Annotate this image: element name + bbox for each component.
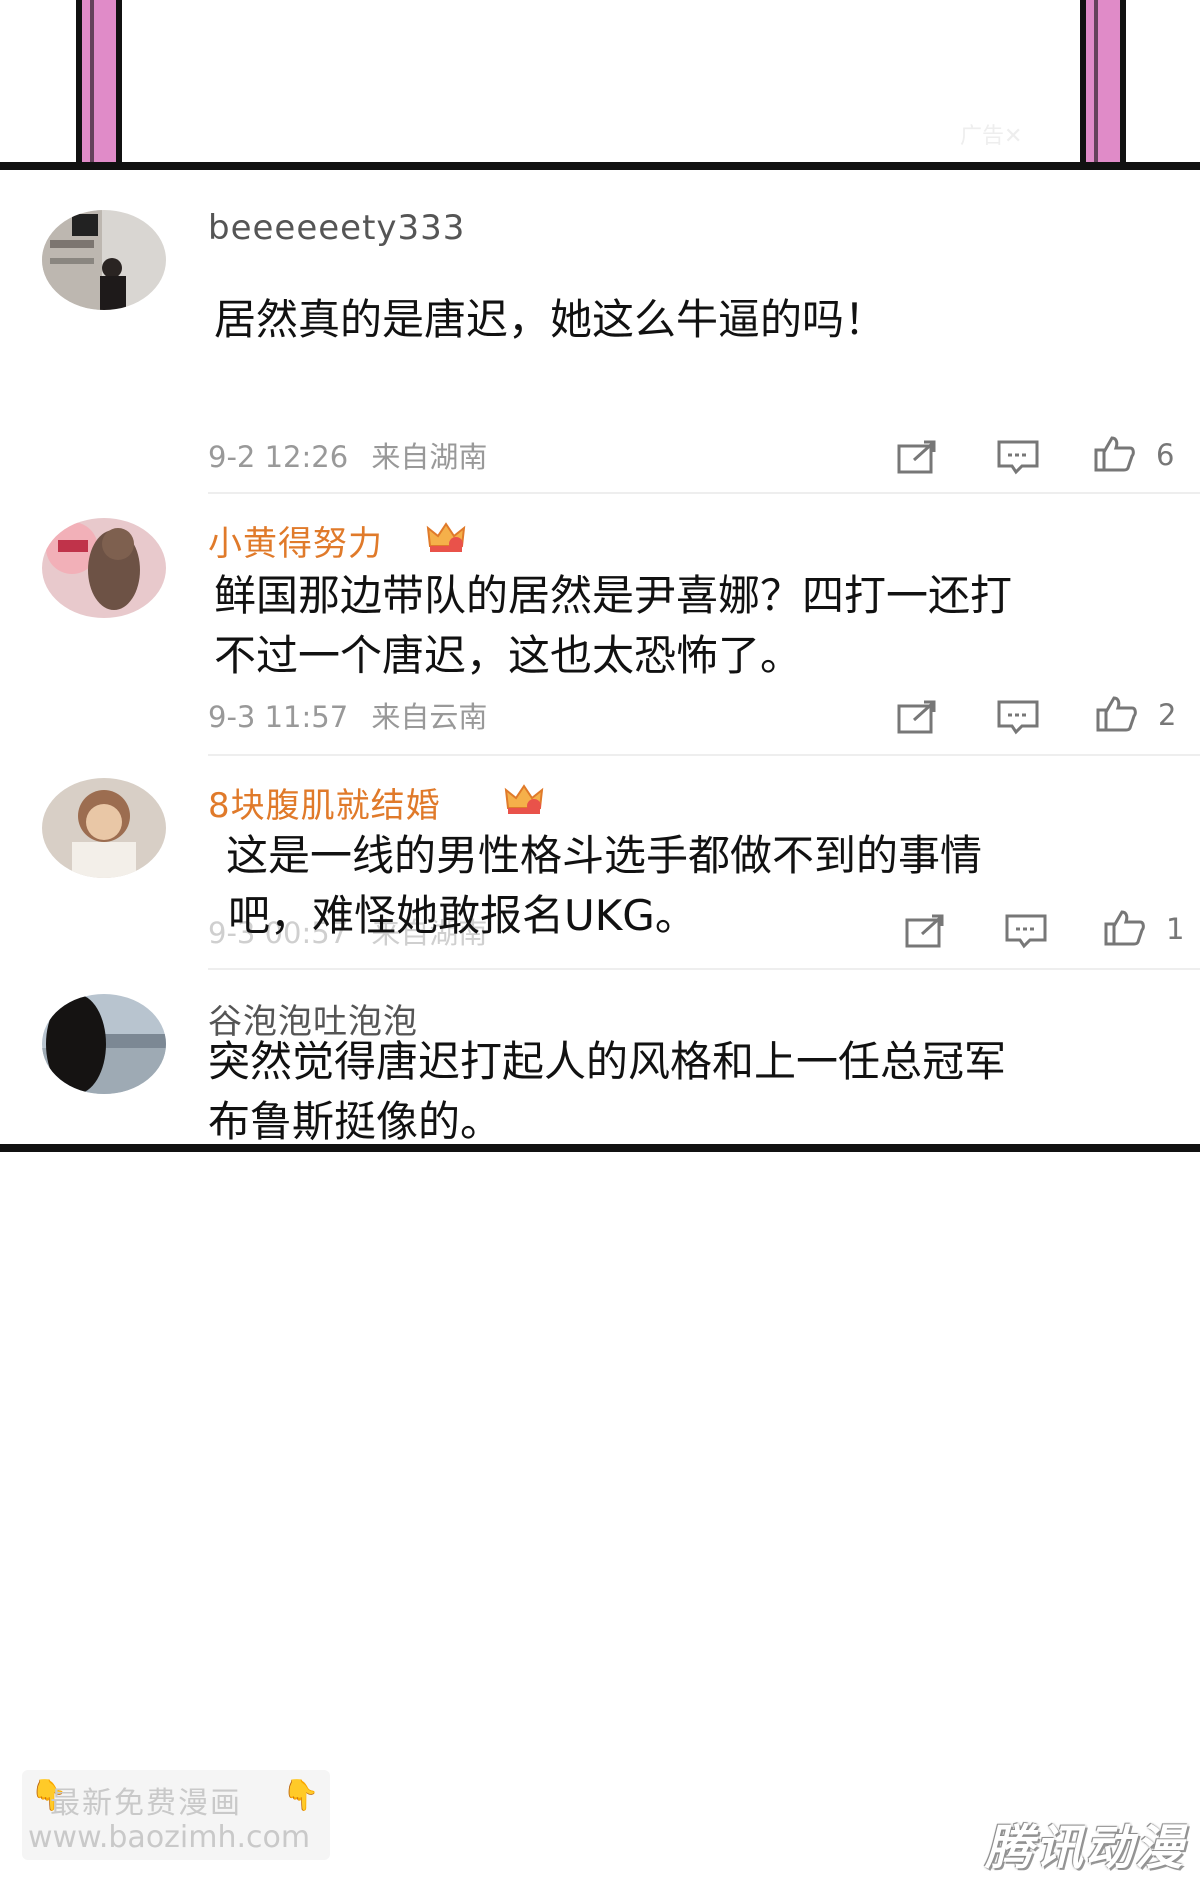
comment-line: 布鲁斯挺像的。 [208, 1097, 503, 1146]
pink-pillar-left [76, 0, 122, 162]
divider [208, 968, 1200, 970]
panel-border [0, 162, 1200, 170]
comment-line: 突然觉得唐迟打起人的风格和上一任总冠军 [208, 1037, 1007, 1086]
comment-bubble-icon[interactable] [996, 698, 1040, 736]
username[interactable]: 小黄得努力 [208, 516, 383, 565]
comment-bubble-icon[interactable] [1004, 912, 1048, 950]
comment-text: 鲜国那边带队的居然是尹喜娜？四打一还打 不过一个唐迟，这也太恐怖了。 [214, 566, 1114, 686]
share-square-icon[interactable] [904, 912, 948, 950]
comment-line: 吧，难怪她敢报名UKG。 [228, 891, 697, 940]
panel-border [0, 1144, 1200, 1152]
faint-ad-tag: 广告✕ [960, 124, 1023, 149]
brand-logo: 腾讯动漫 [985, 1820, 1186, 1876]
like-count: 6 [1156, 438, 1175, 472]
comment-time: 9-3 11:57 [208, 700, 349, 734]
pink-pillar-right [1080, 0, 1126, 162]
comment-line: 居然真的是唐迟，她这么牛逼的吗！ [214, 295, 887, 344]
watermark-title: 最新免费漫画 [50, 1786, 242, 1821]
divider [208, 754, 1200, 756]
comment-time: 9-2 12:26 [208, 440, 349, 474]
like-count: 1 [1166, 912, 1185, 946]
watermark-url[interactable]: www.baozimh.com [28, 1820, 310, 1855]
avatar[interactable] [42, 778, 166, 878]
username[interactable]: 8块腹肌就结婚 [208, 778, 441, 827]
thumbs-up-icon[interactable] [1102, 908, 1146, 946]
comment-line: 鲜国那边带队的居然是尹喜娜？四打一还打 [214, 571, 1013, 620]
avatar[interactable] [42, 210, 166, 310]
comment-bubble-icon[interactable] [996, 438, 1040, 476]
thumbs-up-icon[interactable] [1094, 694, 1138, 732]
share-square-icon[interactable] [896, 438, 940, 476]
comment-source: 来自云南 [371, 700, 488, 734]
comment-text: 居然真的是唐迟，她这么牛逼的吗！ [214, 290, 1114, 350]
comment-line: 这是一线的男性格斗选手都做不到的事情 [226, 831, 983, 880]
divider [208, 492, 1200, 494]
crown-icon [426, 522, 466, 552]
comment-meta: 9-3 11:57 来自云南 [208, 694, 487, 736]
comic-panel-top: 广告✕ [0, 0, 1200, 166]
crown-icon [504, 784, 544, 814]
username[interactable]: beeeeeety333 [208, 208, 465, 248]
share-square-icon[interactable] [896, 698, 940, 736]
comment-meta: 9-2 12:26 来自湖南 [208, 434, 487, 476]
comment-source: 来自湖南 [371, 440, 488, 474]
like-count: 2 [1158, 698, 1177, 732]
avatar[interactable] [42, 994, 166, 1094]
avatar[interactable] [42, 518, 166, 618]
thumbs-up-icon[interactable] [1092, 434, 1136, 472]
comment-line: 不过一个唐迟，这也太恐怖了。 [214, 631, 803, 680]
pointing-down-icon: 👇 [282, 1778, 320, 1813]
comment-text: 突然觉得唐迟打起人的风格和上一任总冠军 布鲁斯挺像的。 [208, 1032, 1108, 1152]
comment-text: 这是一线的男性格斗选手都做不到的事情 吧，难怪她敢报名UKG。 [226, 826, 1126, 946]
